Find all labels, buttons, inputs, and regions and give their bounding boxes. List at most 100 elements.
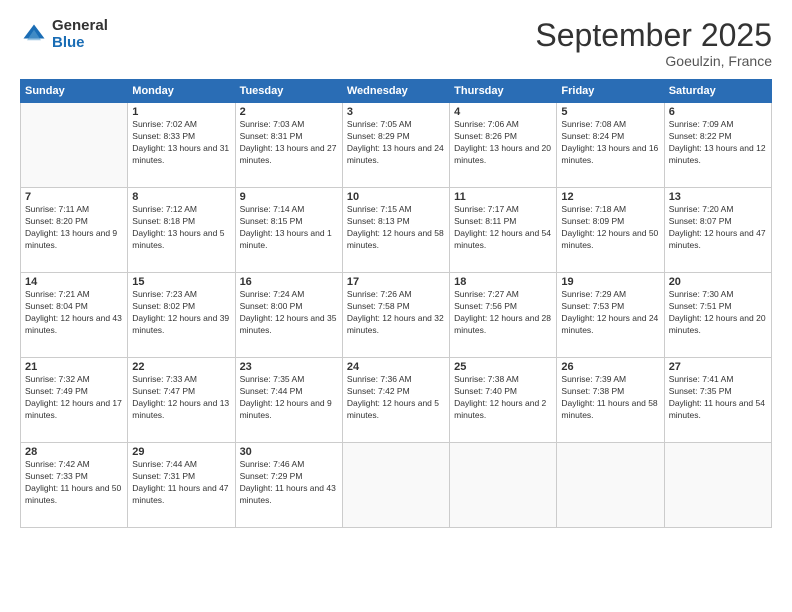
table-row: 18Sunrise: 7:27 AMSunset: 7:56 PMDayligh… xyxy=(450,273,557,358)
day-number: 29 xyxy=(132,446,230,458)
day-number: 20 xyxy=(669,276,767,288)
day-info: Sunrise: 7:36 AMSunset: 7:42 PMDaylight:… xyxy=(347,374,445,422)
day-number: 6 xyxy=(669,106,767,118)
day-info: Sunrise: 7:06 AMSunset: 8:26 PMDaylight:… xyxy=(454,119,552,167)
day-info: Sunrise: 7:09 AMSunset: 8:22 PMDaylight:… xyxy=(669,119,767,167)
day-info: Sunrise: 7:27 AMSunset: 7:56 PMDaylight:… xyxy=(454,289,552,337)
location-subtitle: Goeulzin, France xyxy=(535,53,772,69)
day-number: 26 xyxy=(561,361,659,373)
day-number: 30 xyxy=(240,446,338,458)
day-info: Sunrise: 7:24 AMSunset: 8:00 PMDaylight:… xyxy=(240,289,338,337)
table-row: 21Sunrise: 7:32 AMSunset: 7:49 PMDayligh… xyxy=(21,358,128,443)
day-number: 16 xyxy=(240,276,338,288)
col-tuesday: Tuesday xyxy=(235,80,342,103)
table-row: 7Sunrise: 7:11 AMSunset: 8:20 PMDaylight… xyxy=(21,188,128,273)
calendar-table: Sunday Monday Tuesday Wednesday Thursday… xyxy=(20,79,772,528)
day-number: 10 xyxy=(347,191,445,203)
table-row: 23Sunrise: 7:35 AMSunset: 7:44 PMDayligh… xyxy=(235,358,342,443)
table-row: 20Sunrise: 7:30 AMSunset: 7:51 PMDayligh… xyxy=(664,273,771,358)
table-row: 28Sunrise: 7:42 AMSunset: 7:33 PMDayligh… xyxy=(21,443,128,528)
logo-icon xyxy=(20,21,48,49)
table-row: 15Sunrise: 7:23 AMSunset: 8:02 PMDayligh… xyxy=(128,273,235,358)
calendar-week-row: 1Sunrise: 7:02 AMSunset: 8:33 PMDaylight… xyxy=(21,103,772,188)
day-number: 27 xyxy=(669,361,767,373)
day-number: 23 xyxy=(240,361,338,373)
calendar-week-row: 14Sunrise: 7:21 AMSunset: 8:04 PMDayligh… xyxy=(21,273,772,358)
col-friday: Friday xyxy=(557,80,664,103)
day-info: Sunrise: 7:39 AMSunset: 7:38 PMDaylight:… xyxy=(561,374,659,422)
day-number: 4 xyxy=(454,106,552,118)
table-row: 5Sunrise: 7:08 AMSunset: 8:24 PMDaylight… xyxy=(557,103,664,188)
day-info: Sunrise: 7:29 AMSunset: 7:53 PMDaylight:… xyxy=(561,289,659,337)
day-info: Sunrise: 7:26 AMSunset: 7:58 PMDaylight:… xyxy=(347,289,445,337)
header: General Blue September 2025 Goeulzin, Fr… xyxy=(20,18,772,69)
col-saturday: Saturday xyxy=(664,80,771,103)
day-number: 25 xyxy=(454,361,552,373)
day-info: Sunrise: 7:21 AMSunset: 8:04 PMDaylight:… xyxy=(25,289,123,337)
table-row: 4Sunrise: 7:06 AMSunset: 8:26 PMDaylight… xyxy=(450,103,557,188)
title-block: September 2025 Goeulzin, France xyxy=(535,18,772,69)
calendar-week-row: 28Sunrise: 7:42 AMSunset: 7:33 PMDayligh… xyxy=(21,443,772,528)
calendar-week-row: 21Sunrise: 7:32 AMSunset: 7:49 PMDayligh… xyxy=(21,358,772,443)
table-row: 8Sunrise: 7:12 AMSunset: 8:18 PMDaylight… xyxy=(128,188,235,273)
day-number: 7 xyxy=(25,191,123,203)
day-info: Sunrise: 7:32 AMSunset: 7:49 PMDaylight:… xyxy=(25,374,123,422)
table-row: 11Sunrise: 7:17 AMSunset: 8:11 PMDayligh… xyxy=(450,188,557,273)
day-number: 14 xyxy=(25,276,123,288)
day-info: Sunrise: 7:17 AMSunset: 8:11 PMDaylight:… xyxy=(454,204,552,252)
day-info: Sunrise: 7:44 AMSunset: 7:31 PMDaylight:… xyxy=(132,459,230,507)
day-number: 17 xyxy=(347,276,445,288)
day-info: Sunrise: 7:15 AMSunset: 8:13 PMDaylight:… xyxy=(347,204,445,252)
day-number: 8 xyxy=(132,191,230,203)
logo-text: General Blue xyxy=(52,18,108,51)
table-row: 2Sunrise: 7:03 AMSunset: 8:31 PMDaylight… xyxy=(235,103,342,188)
day-number: 1 xyxy=(132,106,230,118)
table-row: 26Sunrise: 7:39 AMSunset: 7:38 PMDayligh… xyxy=(557,358,664,443)
table-row: 13Sunrise: 7:20 AMSunset: 8:07 PMDayligh… xyxy=(664,188,771,273)
table-row: 25Sunrise: 7:38 AMSunset: 7:40 PMDayligh… xyxy=(450,358,557,443)
table-row: 29Sunrise: 7:44 AMSunset: 7:31 PMDayligh… xyxy=(128,443,235,528)
day-number: 5 xyxy=(561,106,659,118)
day-info: Sunrise: 7:02 AMSunset: 8:33 PMDaylight:… xyxy=(132,119,230,167)
day-info: Sunrise: 7:35 AMSunset: 7:44 PMDaylight:… xyxy=(240,374,338,422)
day-number: 11 xyxy=(454,191,552,203)
logo-blue-text: Blue xyxy=(52,35,108,52)
table-row: 27Sunrise: 7:41 AMSunset: 7:35 PMDayligh… xyxy=(664,358,771,443)
table-row: 9Sunrise: 7:14 AMSunset: 8:15 PMDaylight… xyxy=(235,188,342,273)
day-number: 24 xyxy=(347,361,445,373)
col-monday: Monday xyxy=(128,80,235,103)
table-row: 10Sunrise: 7:15 AMSunset: 8:13 PMDayligh… xyxy=(342,188,449,273)
day-info: Sunrise: 7:38 AMSunset: 7:40 PMDaylight:… xyxy=(454,374,552,422)
day-number: 13 xyxy=(669,191,767,203)
day-info: Sunrise: 7:11 AMSunset: 8:20 PMDaylight:… xyxy=(25,204,123,252)
page: General Blue September 2025 Goeulzin, Fr… xyxy=(0,0,792,612)
day-number: 15 xyxy=(132,276,230,288)
day-number: 19 xyxy=(561,276,659,288)
calendar-week-row: 7Sunrise: 7:11 AMSunset: 8:20 PMDaylight… xyxy=(21,188,772,273)
day-info: Sunrise: 7:03 AMSunset: 8:31 PMDaylight:… xyxy=(240,119,338,167)
day-info: Sunrise: 7:20 AMSunset: 8:07 PMDaylight:… xyxy=(669,204,767,252)
table-row xyxy=(557,443,664,528)
logo-general-text: General xyxy=(52,18,108,35)
table-row: 17Sunrise: 7:26 AMSunset: 7:58 PMDayligh… xyxy=(342,273,449,358)
table-row: 22Sunrise: 7:33 AMSunset: 7:47 PMDayligh… xyxy=(128,358,235,443)
day-info: Sunrise: 7:05 AMSunset: 8:29 PMDaylight:… xyxy=(347,119,445,167)
day-number: 22 xyxy=(132,361,230,373)
table-row xyxy=(450,443,557,528)
table-row: 24Sunrise: 7:36 AMSunset: 7:42 PMDayligh… xyxy=(342,358,449,443)
day-info: Sunrise: 7:41 AMSunset: 7:35 PMDaylight:… xyxy=(669,374,767,422)
day-number: 18 xyxy=(454,276,552,288)
day-number: 28 xyxy=(25,446,123,458)
day-info: Sunrise: 7:30 AMSunset: 7:51 PMDaylight:… xyxy=(669,289,767,337)
day-number: 21 xyxy=(25,361,123,373)
col-wednesday: Wednesday xyxy=(342,80,449,103)
day-number: 3 xyxy=(347,106,445,118)
table-row: 30Sunrise: 7:46 AMSunset: 7:29 PMDayligh… xyxy=(235,443,342,528)
day-info: Sunrise: 7:23 AMSunset: 8:02 PMDaylight:… xyxy=(132,289,230,337)
day-number: 12 xyxy=(561,191,659,203)
table-row: 16Sunrise: 7:24 AMSunset: 8:00 PMDayligh… xyxy=(235,273,342,358)
day-info: Sunrise: 7:18 AMSunset: 8:09 PMDaylight:… xyxy=(561,204,659,252)
day-info: Sunrise: 7:14 AMSunset: 8:15 PMDaylight:… xyxy=(240,204,338,252)
month-title: September 2025 xyxy=(535,18,772,53)
table-row: 14Sunrise: 7:21 AMSunset: 8:04 PMDayligh… xyxy=(21,273,128,358)
